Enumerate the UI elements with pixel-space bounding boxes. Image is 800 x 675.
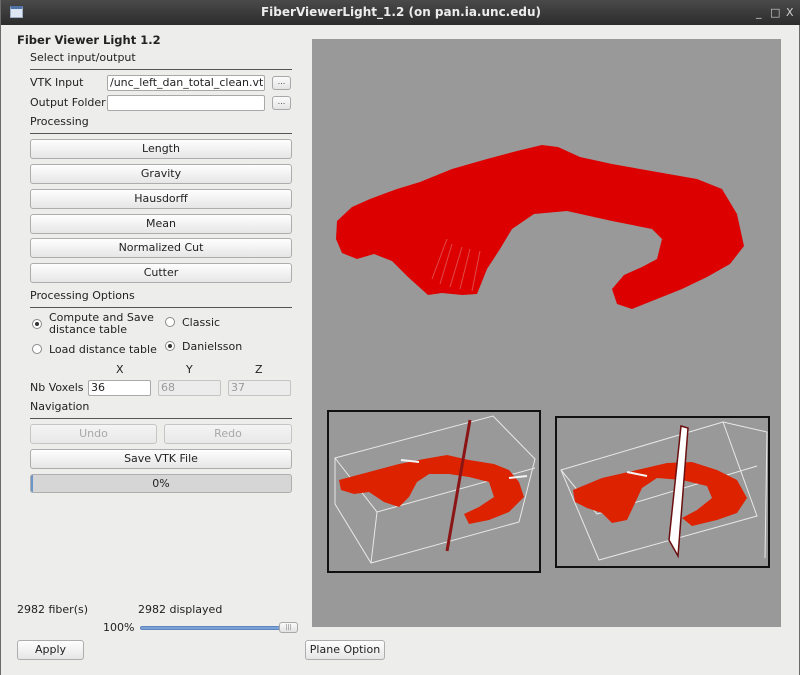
options-section-label: Processing Options — [30, 289, 135, 302]
io-section-label: Select input/output — [30, 51, 136, 64]
display-percent-label: 100% — [103, 621, 135, 634]
cut-plane — [445, 419, 472, 552]
axis-z-label: Z — [255, 363, 263, 376]
axis-x-label: X — [116, 363, 124, 376]
processing-divider — [30, 133, 292, 134]
compute-save-label: Compute and Save distance table — [49, 312, 154, 336]
vtk-input-label: VTK Input — [30, 76, 84, 89]
options-divider — [30, 307, 292, 308]
close-button[interactable]: X — [786, 0, 794, 25]
redo-button: Redo — [164, 424, 292, 444]
inset-view-right[interactable] — [555, 416, 770, 568]
plane-option-button[interactable]: Plane Option — [305, 640, 385, 660]
hausdorff-button[interactable]: Hausdorff — [30, 189, 292, 209]
display-percent-slider-track[interactable] — [140, 626, 286, 630]
window-icon — [10, 6, 23, 18]
output-folder-browse-button[interactable]: ... — [272, 96, 291, 110]
gravity-button[interactable]: Gravity — [30, 164, 292, 184]
output-folder-field[interactable] — [107, 95, 265, 111]
compute-save-radio[interactable] — [32, 319, 42, 329]
inset-fiber-bundle-right — [573, 462, 747, 526]
output-folder-label: Output Folder — [30, 96, 106, 109]
compute-save-label-line2: distance table — [49, 323, 127, 336]
maximize-button[interactable]: □ — [770, 0, 780, 25]
mean-button[interactable]: Mean — [30, 214, 292, 234]
classic-radio[interactable] — [165, 317, 175, 327]
danielsson-label: Danielsson — [182, 340, 243, 353]
inset-render-left — [334, 415, 536, 564]
cutter-button[interactable]: Cutter — [30, 263, 292, 283]
load-table-label: Load distance table — [49, 343, 157, 356]
vtk-input-browse-button[interactable]: ... — [272, 76, 291, 90]
display-percent-slider-handle[interactable]: ||| — [279, 622, 298, 633]
progress-fill — [31, 475, 33, 492]
inset-fiber-bundle — [339, 455, 524, 524]
plane-normal-arrow — [400, 459, 420, 463]
save-vtk-button[interactable]: Save VTK File — [30, 449, 292, 469]
danielsson-radio[interactable] — [165, 341, 175, 351]
length-button[interactable]: Length — [30, 139, 292, 159]
nb-voxels-label: Nb Voxels — [30, 381, 84, 394]
progress-bar: 0% — [30, 474, 292, 493]
nb-voxels-z-field: 37 — [228, 380, 291, 396]
apply-button[interactable]: Apply — [17, 640, 84, 660]
fiber-3d-view[interactable] — [312, 39, 781, 627]
navigation-section-label: Navigation — [30, 400, 90, 413]
app-window: FiberViewerLight_1.2 (on pan.ia.unc.edu)… — [0, 0, 800, 675]
inset-view-left[interactable] — [327, 410, 541, 573]
io-divider — [30, 69, 292, 70]
title-bar: FiberViewerLight_1.2 (on pan.ia.unc.edu)… — [1, 0, 800, 25]
axis-y-label: Y — [186, 363, 193, 376]
displayed-count: 2982 displayed — [138, 603, 223, 616]
fiber-count: 2982 fiber(s) — [17, 603, 89, 616]
progress-text: 0% — [152, 477, 170, 490]
nb-voxels-x-field[interactable]: 36 — [88, 380, 151, 396]
minimize-button[interactable]: _ — [756, 0, 762, 25]
fiber-bundle — [336, 145, 744, 309]
nb-voxels-y-field: 68 — [158, 380, 221, 396]
normalized-cut-button[interactable]: Normalized Cut — [30, 238, 292, 258]
inset-render-right — [560, 421, 768, 561]
classic-label: Classic — [182, 316, 221, 329]
window-title: FiberViewerLight_1.2 (on pan.ia.unc.edu) — [260, 5, 541, 19]
app-title: Fiber Viewer Light 1.2 — [17, 33, 161, 47]
vtk-input-field[interactable]: /unc_left_dan_total_clean.vtk — [107, 75, 265, 91]
navigation-divider — [30, 418, 292, 419]
undo-button: Undo — [30, 424, 157, 444]
load-table-radio[interactable] — [32, 344, 42, 354]
processing-section-label: Processing — [30, 115, 89, 128]
